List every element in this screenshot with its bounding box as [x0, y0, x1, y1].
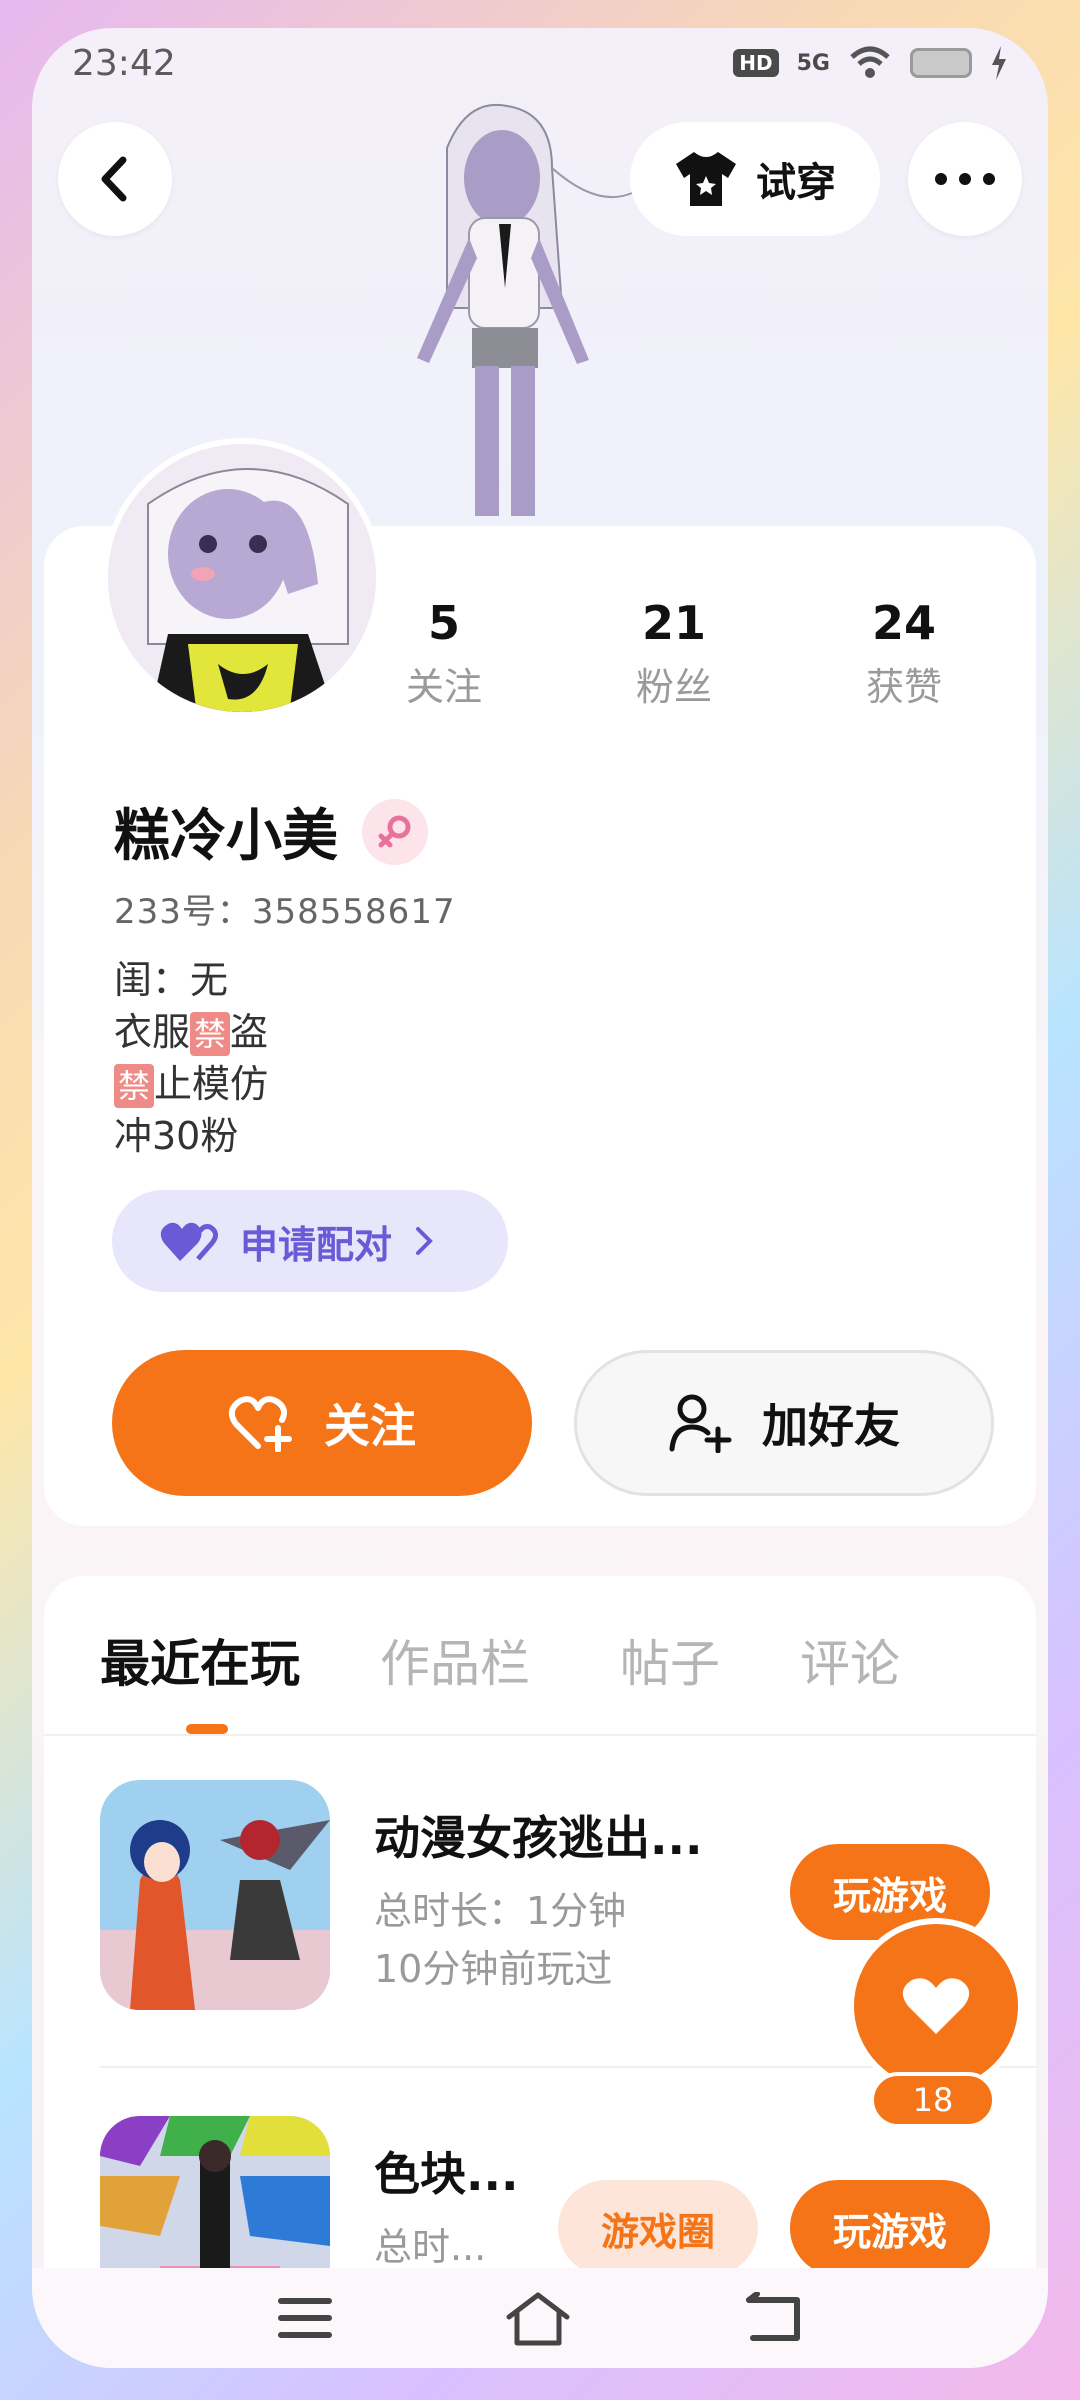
tab-indicator	[186, 1724, 228, 1734]
stat-label: 粉丝	[635, 665, 712, 709]
username: 糕冷小美	[114, 804, 338, 869]
bio-text: 止模仿	[154, 1062, 269, 1106]
bio-text: 盗	[230, 1010, 269, 1054]
tab-recent-played[interactable]: 最近在玩	[100, 1624, 300, 1696]
signal-icon: 5G	[796, 50, 830, 76]
bio-text: 衣服	[114, 1010, 191, 1054]
more-button[interactable]	[908, 122, 1022, 236]
game-title: 动漫女孩逃出...	[374, 1811, 703, 1865]
heart-icon	[902, 1978, 970, 2034]
ban-badge: 禁	[114, 1064, 155, 1108]
battery-icon	[910, 48, 972, 78]
female-gender-icon	[362, 798, 428, 865]
tab-posts[interactable]: 帖子	[620, 1624, 720, 1696]
stat-value: 5	[427, 596, 460, 650]
heart-plus-icon	[228, 1396, 292, 1452]
stat-label: 关注	[405, 665, 482, 709]
play-game-button[interactable]: 玩游戏	[790, 2180, 990, 2276]
like-button[interactable]	[848, 1918, 1024, 2094]
chevron-right-icon	[416, 1227, 433, 1255]
more-icon	[935, 173, 995, 185]
try-on-button[interactable]: 试穿	[630, 122, 880, 236]
game-duration: 总时...	[374, 2225, 487, 2269]
game-last-played: 10分钟前玩过	[374, 1947, 613, 1991]
tab-comments[interactable]: 评论	[800, 1624, 900, 1696]
avatar[interactable]	[102, 438, 382, 718]
add-friend-button[interactable]: 加好友	[574, 1350, 994, 1496]
stat-value: 24	[871, 596, 936, 650]
ban-badge: 禁	[190, 1012, 231, 1056]
game-circle-button[interactable]: 游戏圈	[558, 2180, 758, 2276]
status-time: 23:42	[72, 42, 176, 84]
add-friend-label: 加好友	[762, 1399, 900, 1453]
profile-stats: 5 关注 21 粉丝 24 获赞	[364, 596, 984, 711]
menu-icon[interactable]	[277, 2295, 333, 2341]
bio-line: 闺：无	[114, 958, 229, 1002]
back-button[interactable]	[58, 122, 172, 236]
stat-following[interactable]: 5 关注	[364, 596, 524, 711]
apply-pair-label: 申请配对	[240, 1222, 393, 1267]
stat-label: 获赞	[865, 665, 942, 709]
like-count: 18	[870, 2072, 996, 2128]
try-on-label: 试穿	[756, 160, 836, 206]
hearts-icon	[160, 1222, 218, 1261]
add-user-icon	[669, 1394, 732, 1453]
stat-likes[interactable]: 24 获赞	[824, 596, 984, 711]
follow-button[interactable]: 关注	[112, 1350, 532, 1496]
game-thumbnail[interactable]	[100, 1780, 330, 2010]
bio-line: 冲30粉	[114, 1114, 239, 1158]
stat-value: 21	[641, 596, 706, 650]
stat-fans[interactable]: 21 粉丝	[594, 596, 754, 711]
follow-label: 关注	[324, 1399, 416, 1453]
status-bar: 23:42 HD 5G	[32, 28, 1048, 98]
tshirt-icon	[676, 152, 736, 206]
back-nav-icon[interactable]	[743, 2292, 803, 2344]
app-screen: 23:42 HD 5G 试穿 5 关注 21 粉丝 24 获赞 糕冷小美 233…	[32, 28, 1048, 2368]
system-nav-bar	[32, 2268, 1048, 2368]
profile-tabs: 最近在玩 作品栏 帖子 评论	[44, 1576, 1036, 1736]
charging-icon	[992, 46, 1006, 80]
bio: 闺：无 衣服禁盗 禁止模仿 冲30粉	[114, 954, 268, 1162]
wifi-icon	[850, 46, 890, 78]
apply-pair-button[interactable]: 申请配对	[112, 1190, 508, 1292]
game-duration: 总时长：1分钟	[374, 1889, 627, 1933]
tab-works[interactable]: 作品栏	[380, 1624, 530, 1696]
avatar-portrait-image	[108, 444, 376, 712]
home-icon[interactable]	[503, 2289, 573, 2347]
game-title: 色块...	[374, 2147, 519, 2201]
avatar-full-image	[417, 103, 633, 516]
chevron-left-icon	[101, 156, 127, 202]
user-id: 233号：358558617	[114, 892, 456, 932]
hd-icon: HD	[733, 49, 779, 77]
